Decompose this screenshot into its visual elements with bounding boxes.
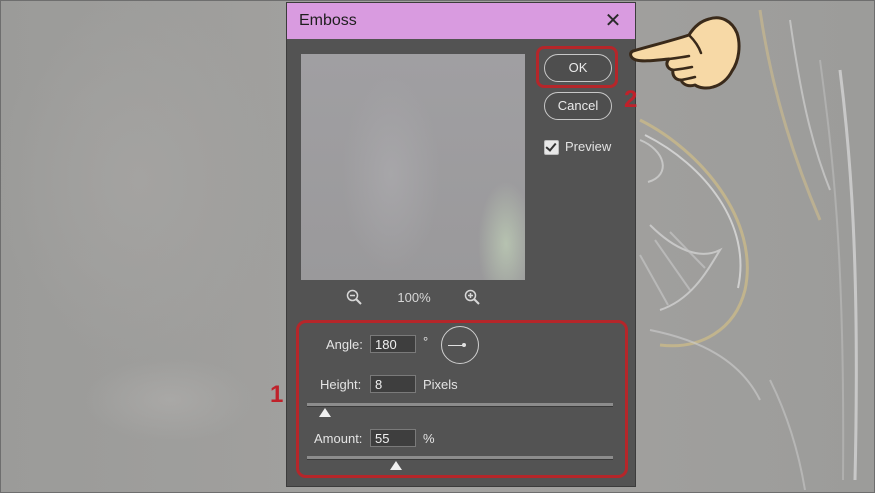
amount-input[interactable]: 55 xyxy=(370,429,416,447)
height-label: Height: xyxy=(320,377,362,392)
zoom-out-icon[interactable] xyxy=(346,289,362,305)
emboss-dialog: Emboss ✕ 100% OK Cancel Preview Angle: 1… xyxy=(287,3,635,486)
amount-slider-thumb[interactable] xyxy=(389,461,402,470)
angle-dial-dot xyxy=(462,343,466,347)
height-slider-thumb[interactable] xyxy=(319,408,332,417)
preview-checkbox-label: Preview xyxy=(565,139,612,154)
height-slider-track[interactable] xyxy=(307,403,613,407)
angle-dial[interactable] xyxy=(441,326,479,364)
amount-label: Amount: xyxy=(314,431,363,446)
zoom-level: 100% xyxy=(397,290,431,305)
dialog-title: Emboss xyxy=(299,12,357,29)
step-1-callout: 1 xyxy=(270,381,284,408)
close-icon[interactable]: ✕ xyxy=(601,9,625,33)
height-input[interactable]: 8 xyxy=(370,375,416,393)
angle-unit: ° xyxy=(423,334,429,349)
filter-preview-pane[interactable] xyxy=(301,54,525,280)
cancel-button[interactable]: Cancel xyxy=(544,92,612,120)
dialog-titlebar[interactable]: Emboss ✕ xyxy=(287,3,635,39)
zoom-controls: 100% xyxy=(301,287,525,309)
angle-input[interactable]: 180 xyxy=(370,335,416,353)
ok-highlight-box xyxy=(536,46,618,88)
height-unit: Pixels xyxy=(423,377,458,392)
angle-label: Angle: xyxy=(326,337,363,352)
zoom-in-icon[interactable] xyxy=(464,289,480,305)
amount-unit: % xyxy=(423,431,435,446)
pointing-hand-icon xyxy=(629,16,741,90)
preview-checkbox[interactable] xyxy=(544,140,559,155)
amount-slider-track[interactable] xyxy=(307,456,613,460)
